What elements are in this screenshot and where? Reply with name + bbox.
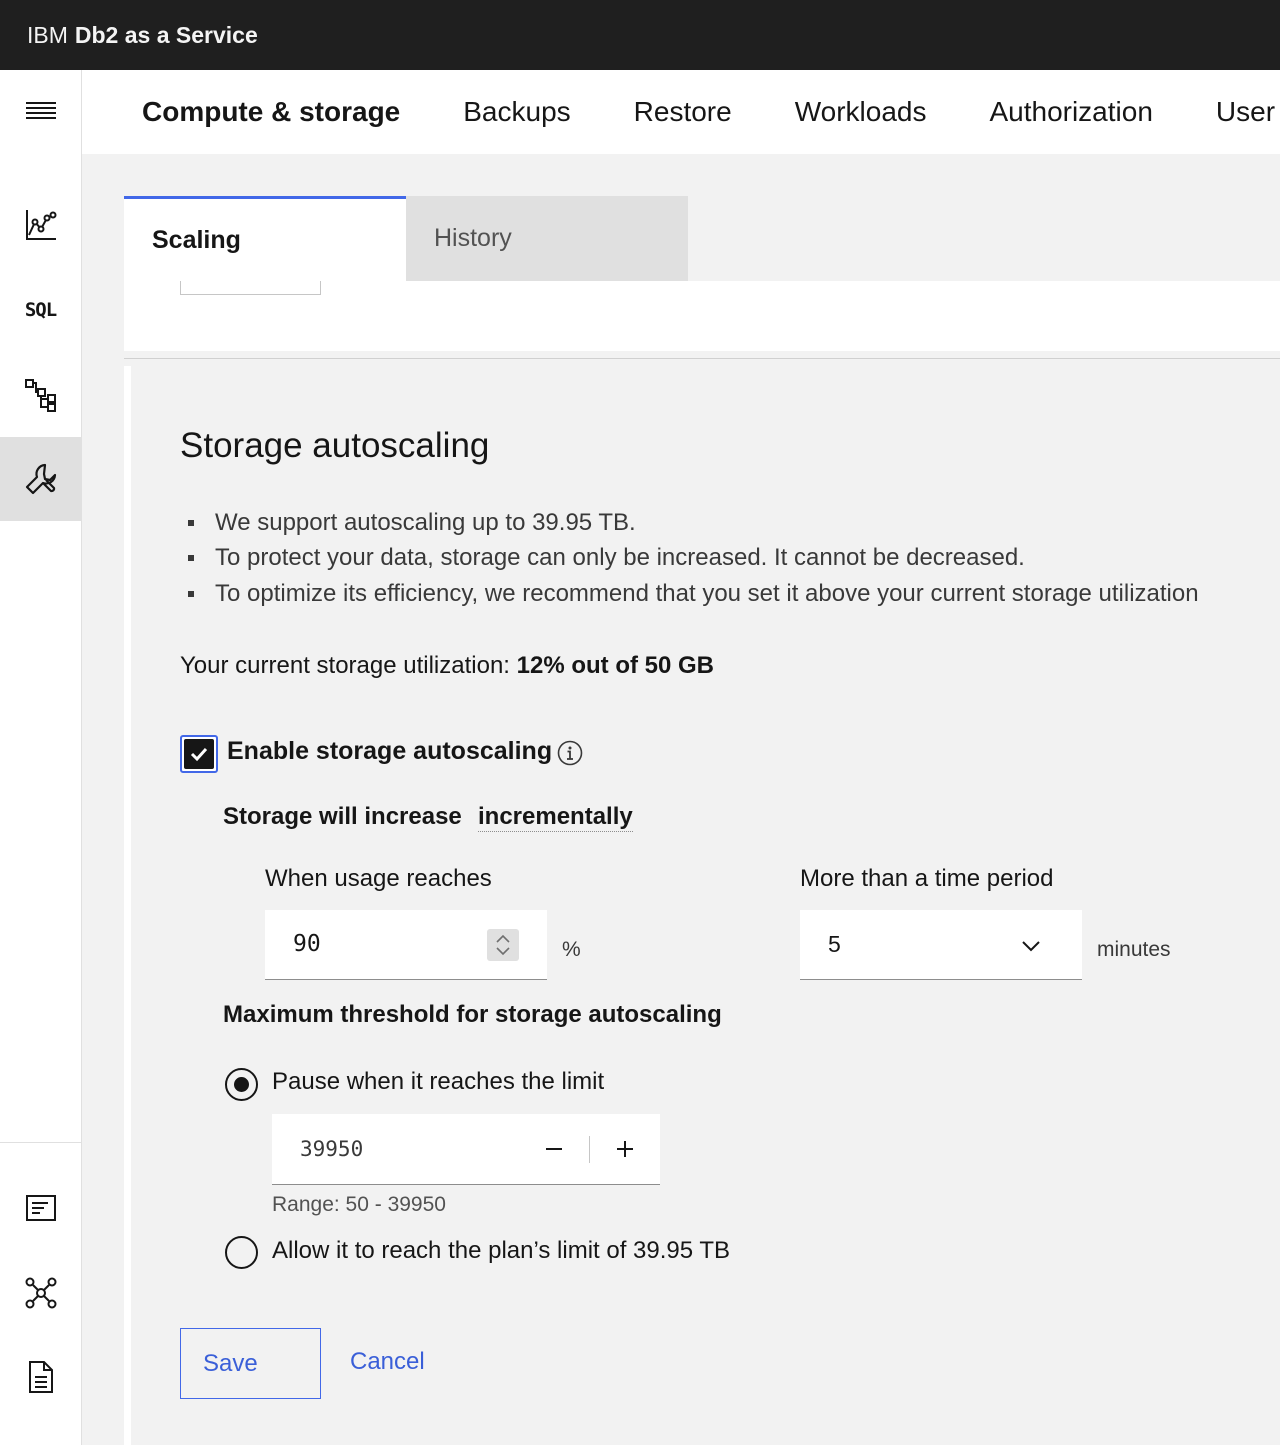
period-unit: minutes (1097, 938, 1171, 961)
cancel-button[interactable]: Cancel (350, 1348, 425, 1376)
partial-control (180, 281, 321, 295)
max-threshold-heading: Maximum threshold for storage autoscalin… (223, 1001, 722, 1028)
save-button[interactable]: Save (180, 1328, 321, 1399)
tab-workloads[interactable]: Workloads (795, 96, 927, 128)
enable-autoscaling-checkbox[interactable] (180, 735, 218, 773)
section-divider (124, 358, 1280, 359)
rail-divider (0, 1142, 81, 1143)
rail-monitoring-button[interactable] (0, 183, 81, 267)
allow-plan-limit-radio[interactable] (225, 1236, 258, 1269)
rail-notes-button[interactable] (0, 1166, 81, 1250)
increase-mode-dropdown[interactable]: incrementally (478, 803, 633, 832)
info-icon[interactable] (557, 740, 583, 766)
usage-unit: % (562, 938, 581, 961)
limit-stepper[interactable]: 39950 (272, 1114, 660, 1185)
brand-prefix: IBM (27, 21, 68, 48)
top-bar: IBM Db2 as a Service (0, 0, 1280, 70)
menu-icon (25, 102, 56, 119)
tab-backups[interactable]: Backups (463, 96, 570, 128)
tab-compute-storage[interactable]: Compute & storage (142, 96, 400, 128)
stepper-divider (589, 1136, 590, 1163)
time-period-select[interactable]: 5 (800, 910, 1082, 980)
document-list-icon (25, 1195, 56, 1221)
pause-at-limit-label[interactable]: Pause when it reaches the limit (272, 1068, 604, 1096)
left-rail: SQL (0, 70, 82, 1445)
brand-name[interactable]: Db2 as a Service (75, 22, 258, 49)
bullet-text: We support autoscaling up to 39.95 TB. (215, 508, 636, 536)
network-icon (25, 1277, 56, 1309)
usage-value: 90 (293, 931, 321, 957)
allow-plan-limit-label[interactable]: Allow it to reach the plan’s limit of 39… (272, 1237, 730, 1265)
minus-icon (546, 1148, 562, 1150)
range-helper-text: Range: 50 - 39950 (272, 1193, 446, 1216)
file-icon (28, 1361, 53, 1393)
bullet-text: To protect your data, storage can only b… (215, 544, 1025, 572)
bullet-item: To optimize its efficiency, we recommend… (188, 576, 1199, 612)
bullet-marker (188, 590, 194, 597)
chart-icon (25, 210, 56, 240)
subtab-scaling[interactable]: Scaling (124, 196, 406, 281)
sql-icon: SQL (24, 299, 57, 321)
bullet-marker (188, 519, 194, 526)
usage-label: When usage reaches (265, 865, 492, 892)
checkmark-icon (190, 747, 208, 762)
usage-threshold-input[interactable]: 90 (265, 910, 547, 980)
bullet-marker (188, 555, 194, 562)
limit-value: 39950 (300, 1137, 364, 1161)
rail-docs-button[interactable] (0, 1335, 81, 1419)
radio-selected-dot (234, 1077, 249, 1092)
period-label: More than a time period (800, 865, 1054, 892)
enable-autoscaling-label[interactable]: Enable storage autoscaling (227, 737, 552, 766)
increase-label: Storage will increase (223, 803, 462, 830)
info-bullets: We support autoscaling up to 39.95 TB. T… (188, 505, 1199, 612)
usage-spinner[interactable] (487, 929, 519, 961)
period-value: 5 (828, 931, 841, 957)
sub-tabs: Scaling History (124, 196, 688, 281)
rail-connections-button[interactable] (0, 1251, 81, 1335)
utilization-label: Your current storage utilization: (180, 652, 510, 679)
increment-button[interactable] (600, 1124, 650, 1174)
spinner-arrows-icon (496, 934, 510, 956)
subtab-history[interactable]: History (406, 196, 688, 281)
chevron-down-icon (1022, 941, 1040, 952)
plus-icon (617, 1141, 633, 1157)
storage-utilization: Your current storage utilization: 12% ou… (180, 652, 714, 680)
pause-at-limit-radio[interactable] (225, 1068, 258, 1101)
section-title: Storage autoscaling (180, 426, 490, 465)
bullet-item: To protect your data, storage can only b… (188, 541, 1199, 577)
menu-button[interactable] (0, 70, 81, 154)
section-tabs: Compute & storage Backups Restore Worklo… (82, 70, 1280, 154)
wrench-icon (25, 463, 56, 495)
rail-sql-button[interactable]: SQL (0, 268, 81, 352)
utilization-value: 12% out of 50 GB (516, 652, 715, 679)
hierarchy-icon (24, 379, 56, 412)
card-edge (124, 366, 131, 1445)
rail-administration-button[interactable] (0, 437, 81, 521)
tab-authorization[interactable]: Authorization (989, 96, 1152, 128)
rail-explore-button[interactable] (0, 353, 81, 437)
bullet-item: We support autoscaling up to 39.95 TB. (188, 505, 1199, 541)
bullet-text: To optimize its efficiency, we recommend… (215, 579, 1199, 607)
tab-user[interactable]: User (1216, 96, 1275, 128)
decrement-button[interactable] (529, 1124, 579, 1174)
tab-restore[interactable]: Restore (634, 96, 732, 128)
